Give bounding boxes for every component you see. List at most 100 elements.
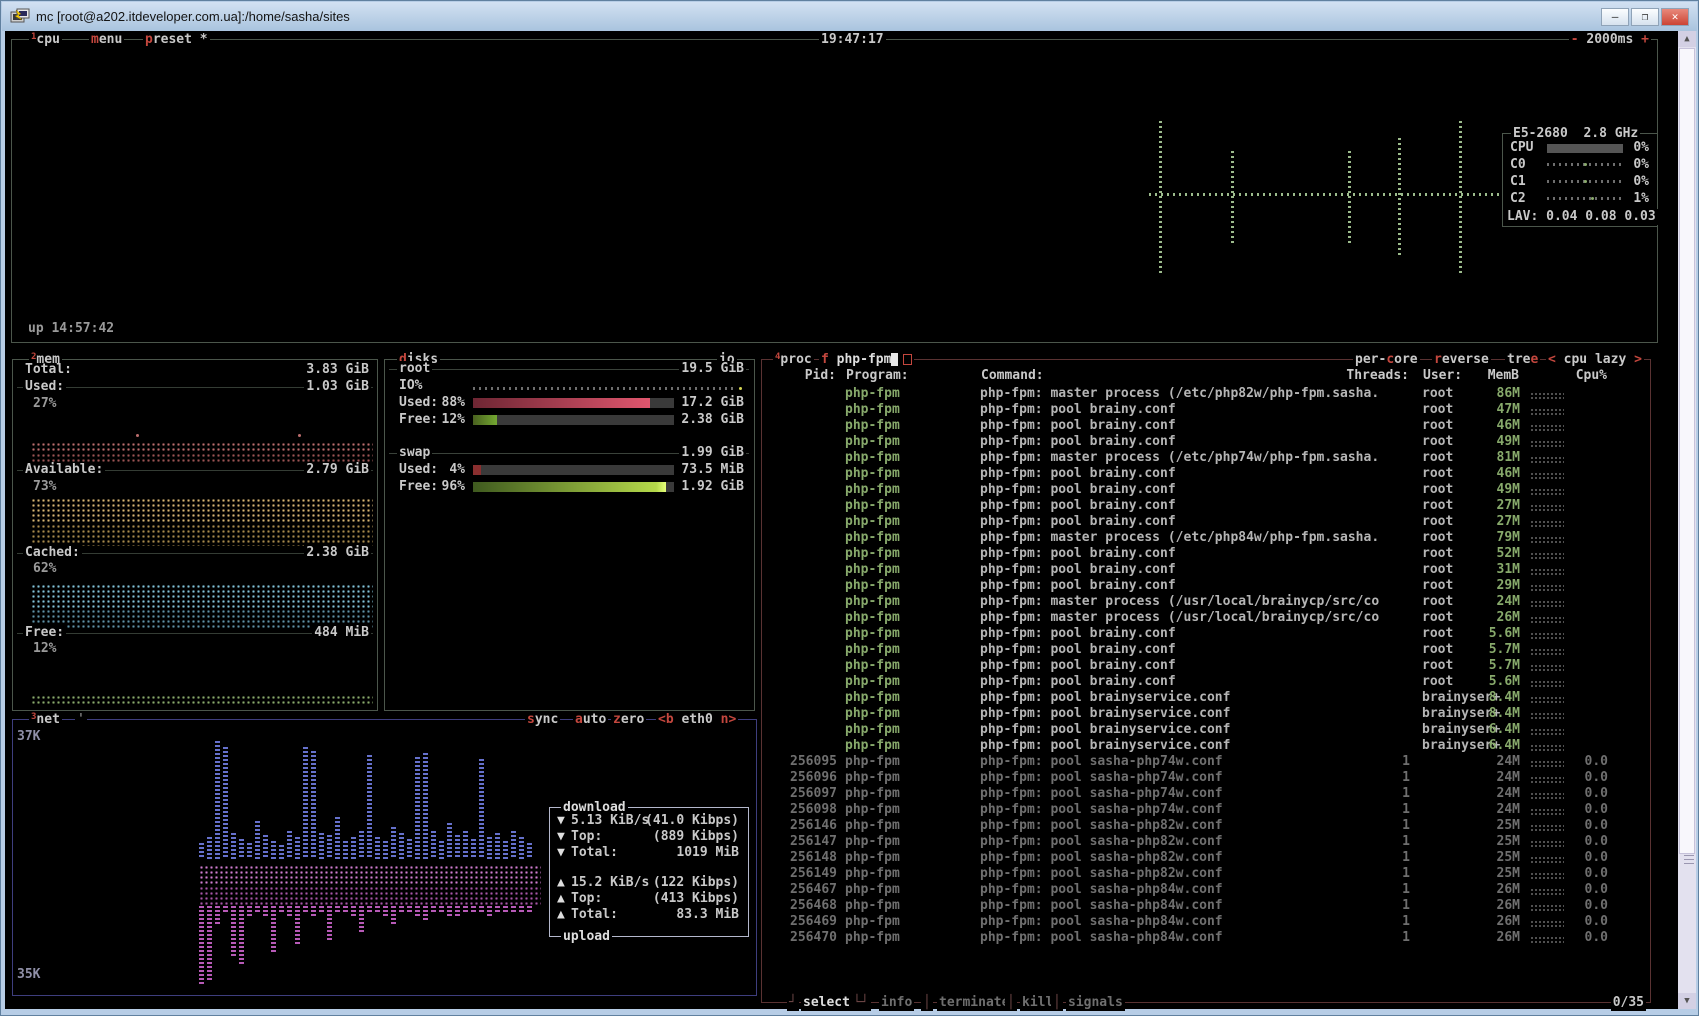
proc-filter-input[interactable]: f php-fpm: [819, 352, 914, 368]
proc-pid: 200809: [790, 578, 837, 594]
proc-cpu: 0.0: [1585, 818, 1608, 834]
process-row[interactable]: 256095php-fpmphp-fpm: pool sasha-php74w.…: [762, 754, 1650, 770]
process-row[interactable]: 978php-fpmphp-fpm: pool brainyservice.co…: [762, 690, 1650, 706]
column-pid[interactable]: Pid:: [803, 368, 838, 384]
proc-cpu: 0.0: [1585, 882, 1608, 898]
process-row[interactable]: 256146php-fpmphp-fpm: pool sasha-php82w.…: [762, 818, 1650, 834]
process-row[interactable]: 200809php-fpmphp-fpm: pool brainy.conf1r…: [762, 578, 1650, 594]
mem-total-label: Total:: [23, 362, 74, 378]
footer-select[interactable]: select: [801, 995, 852, 1011]
upload-graph-bar: [503, 906, 508, 914]
process-row[interactable]: 256316php-fpmphp-fpm: master process (/e…: [762, 530, 1650, 546]
net-box-title[interactable]: 3net: [29, 712, 62, 728]
process-row[interactable]: 979php-fpmphp-fpm: pool brainyservice.co…: [762, 706, 1650, 722]
process-row[interactable]: 977php-fpmphp-fpm: pool brainy.conf1root…: [762, 674, 1650, 690]
column-command[interactable]: Command:: [979, 368, 1046, 384]
proc-mem: 25M: [1497, 834, 1520, 850]
proc-cpu: 0.0: [1585, 594, 1608, 610]
proc-cpu: 0.0: [1585, 898, 1608, 914]
column-cpu[interactable]: Cpu%: [1574, 368, 1609, 384]
process-row[interactable]: 256145php-fpmphp-fpm: master process (/e…: [762, 386, 1650, 402]
poll-interval[interactable]: - 2000ms +: [1569, 32, 1651, 48]
process-row[interactable]: 133370php-fpmphp-fpm: pool brainy.conf1r…: [762, 434, 1650, 450]
download-graph-bar: [431, 831, 436, 859]
footer-terminate[interactable]: terminate: [937, 995, 1011, 1011]
proc-mem: 49M: [1497, 482, 1520, 498]
proc-pid: 256098: [790, 802, 837, 818]
process-row[interactable]: 133369php-fpmphp-fpm: pool brainy.conf1r…: [762, 418, 1650, 434]
process-row[interactable]: 256470php-fpmphp-fpm: pool sasha-php84w.…: [762, 930, 1650, 946]
process-row[interactable]: 133366php-fpmphp-fpm: pool brainy.conf1r…: [762, 482, 1650, 498]
preset-button[interactable]: preset *: [143, 32, 210, 48]
proc-mem-minigraph: [1530, 808, 1564, 815]
footer-signals[interactable]: signals: [1066, 995, 1125, 1011]
per-core-toggle[interactable]: per-core: [1353, 352, 1420, 368]
footer-info[interactable]: info: [879, 995, 914, 1011]
process-row[interactable]: 133372php-fpmphp-fpm: pool brainyservice…: [762, 738, 1650, 754]
proc-mem: 24M: [1497, 786, 1520, 802]
proc-pid: 133372: [790, 738, 837, 754]
menu-button[interactable]: menu: [89, 32, 124, 48]
mem-used-label: Used:: [23, 379, 66, 395]
proc-cpu: 0.0: [1585, 386, 1608, 402]
reverse-toggle[interactable]: reverse: [1432, 352, 1491, 368]
proc-command: php-fpm: pool sasha-php84w.conf: [980, 882, 1223, 898]
column-mem[interactable]: MemB: [1486, 368, 1521, 384]
column-program[interactable]: Program:: [844, 368, 911, 384]
process-row[interactable]: 256469php-fpmphp-fpm: pool sasha-php84w.…: [762, 914, 1650, 930]
column-threads[interactable]: Threads:: [1344, 368, 1411, 384]
net-interface-switcher[interactable]: <b eth0 n>: [656, 712, 738, 728]
process-row[interactable]: 256096php-fpmphp-fpm: pool sasha-php74w.…: [762, 770, 1650, 786]
upload-graph-bar: [279, 906, 284, 914]
net-sync-toggle[interactable]: sync: [525, 712, 560, 728]
mem-used-graph: [31, 442, 373, 453]
proc-program: php-fpm: [845, 642, 900, 658]
proc-cpu: 0.0: [1585, 674, 1608, 690]
proc-mem-minigraph: [1530, 856, 1564, 863]
proc-pid: 974: [814, 626, 837, 642]
process-row[interactable]: 256097php-fpmphp-fpm: pool sasha-php74w.…: [762, 786, 1650, 802]
upload-graph-bar: [343, 906, 348, 912]
process-row[interactable]: 143688php-fpmphp-fpm: pool brainy.conf1r…: [762, 498, 1650, 514]
disk-swap-free-pct: 96%: [440, 479, 467, 495]
proc-mem: 26M: [1497, 610, 1520, 626]
process-row[interactable]: 133371php-fpmphp-fpm: pool brainyservice…: [762, 722, 1650, 738]
tree-toggle[interactable]: tree: [1505, 352, 1540, 368]
proc-mem: 26M: [1497, 914, 1520, 930]
process-row[interactable]: 133367php-fpmphp-fpm: pool brainy.conf1r…: [762, 402, 1650, 418]
net-zero-toggle[interactable]: zero: [611, 712, 646, 728]
cpu-box-title[interactable]: 1cpu: [29, 32, 62, 48]
process-row[interactable]: 133364php-fpmphp-fpm: master process (/u…: [762, 594, 1650, 610]
process-row[interactable]: 133368php-fpmphp-fpm: pool brainy.conf1r…: [762, 466, 1650, 482]
sort-selector[interactable]: < cpu lazy >: [1546, 352, 1644, 368]
process-row[interactable]: 256098php-fpmphp-fpm: pool sasha-php74w.…: [762, 802, 1650, 818]
process-row[interactable]: 256093php-fpmphp-fpm: master process (/e…: [762, 450, 1650, 466]
process-row[interactable]: 146627php-fpmphp-fpm: pool brainy.conf1r…: [762, 514, 1650, 530]
process-row[interactable]: 200523php-fpmphp-fpm: pool brainy.conf1r…: [762, 562, 1650, 578]
process-row[interactable]: 256147php-fpmphp-fpm: pool sasha-php82w.…: [762, 834, 1650, 850]
process-row[interactable]: 976php-fpmphp-fpm: pool brainy.conf1root…: [762, 658, 1650, 674]
proc-mem-minigraph: [1530, 664, 1564, 671]
process-row[interactable]: 974php-fpmphp-fpm: pool brainy.conf1root…: [762, 626, 1650, 642]
process-row[interactable]: 256468php-fpmphp-fpm: pool sasha-php84w.…: [762, 898, 1650, 914]
proc-pid: 133371: [790, 722, 837, 738]
proc-mem-minigraph: [1530, 552, 1564, 559]
download-graph-bar: [231, 833, 236, 859]
column-user[interactable]: User:: [1421, 368, 1464, 384]
proc-threads: 1: [1402, 546, 1410, 562]
process-row[interactable]: 739php-fpmphp-fpm: master process (/usr/…: [762, 610, 1650, 626]
upload-graph-bar: [239, 906, 244, 964]
disk-root-used-meter: [473, 398, 674, 408]
process-row[interactable]: 975php-fpmphp-fpm: pool brainy.conf1root…: [762, 642, 1650, 658]
process-row[interactable]: 200810php-fpmphp-fpm: pool brainy.conf1r…: [762, 546, 1650, 562]
process-row[interactable]: 256148php-fpmphp-fpm: pool sasha-php82w.…: [762, 850, 1650, 866]
proc-box-title[interactable]: 4proc: [773, 352, 814, 368]
proc-mem-minigraph: [1530, 392, 1564, 399]
proc-threads: 1: [1402, 658, 1410, 674]
proc-mem-minigraph: [1530, 632, 1564, 639]
process-row[interactable]: 256149php-fpmphp-fpm: pool sasha-php82w.…: [762, 866, 1650, 882]
process-row[interactable]: 256467php-fpmphp-fpm: pool sasha-php84w.…: [762, 882, 1650, 898]
net-auto-toggle[interactable]: auto: [573, 712, 608, 728]
proc-command: php-fpm: pool brainyservice.conf: [980, 722, 1230, 738]
disk-root-size: 19.5 GiB: [679, 361, 746, 377]
